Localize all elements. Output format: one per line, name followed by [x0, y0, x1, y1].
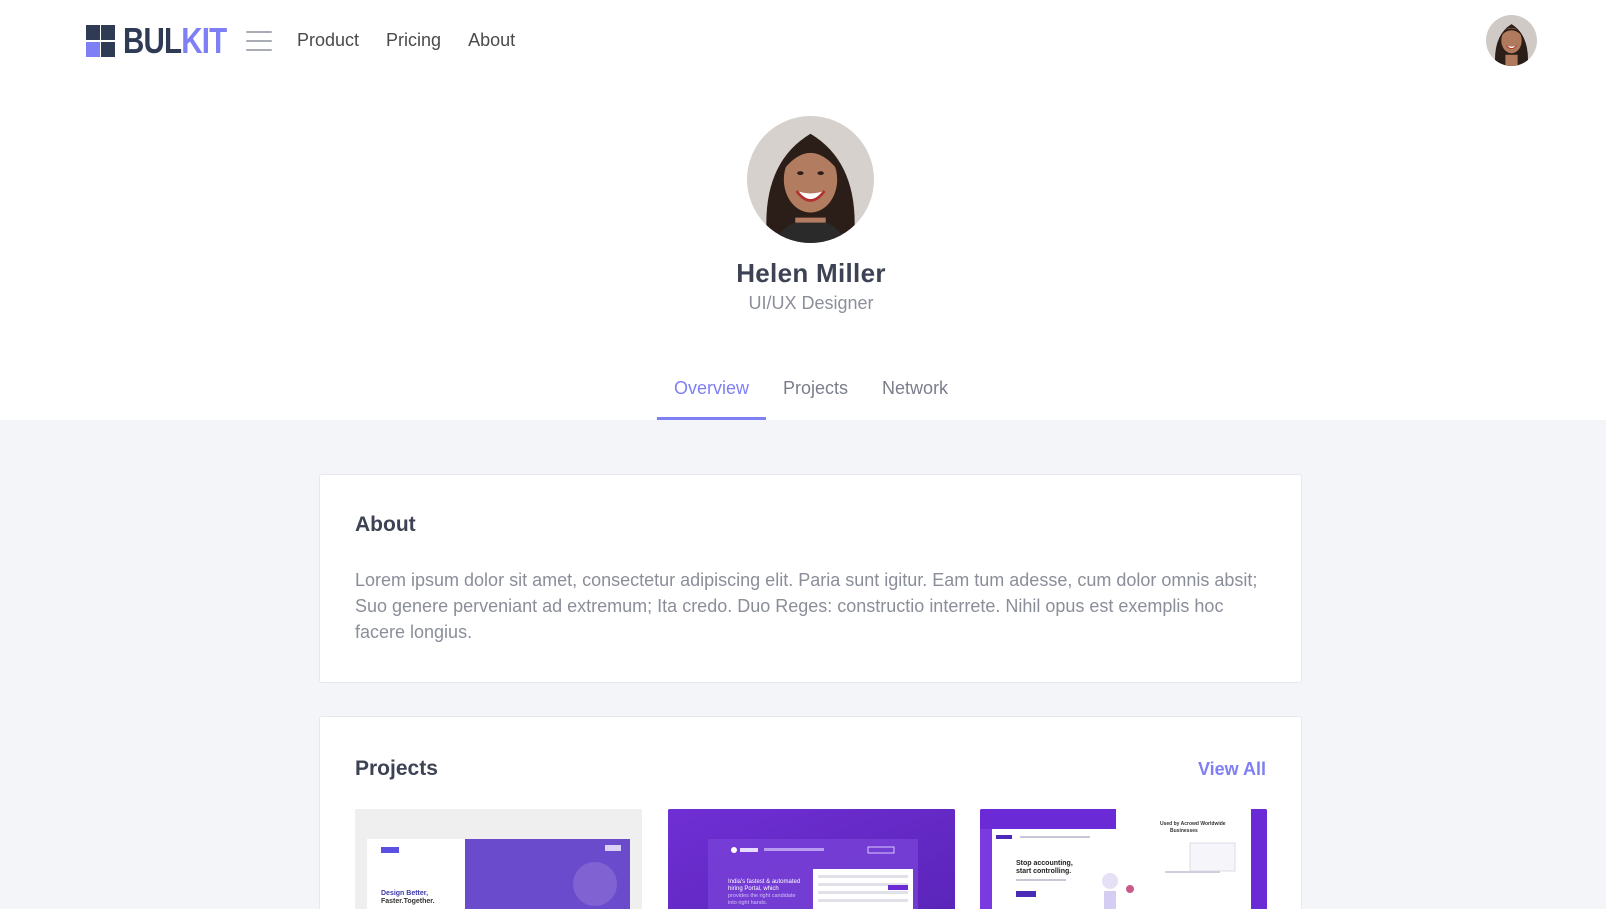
svg-text:Stop accounting,: Stop accounting, [1016, 860, 1073, 867]
main-content: About Lorem ipsum dolor sit amet, consec… [0, 420, 1606, 909]
profile-header: Helen Miller UI/UX Designer Overview Pro… [0, 80, 1606, 420]
profile-tabs: Overview Projects Network [657, 370, 965, 420]
nav-link-about[interactable]: About [468, 28, 515, 52]
profile-avatar [747, 116, 874, 243]
svg-text:India's fastest & automated: India's fastest & automated [728, 879, 800, 885]
svg-text:Businesses: Businesses [1170, 828, 1198, 834]
view-all-link[interactable]: View All [1198, 759, 1266, 780]
projects-title: Projects [355, 757, 438, 780]
nav-links: Product Pricing About [297, 28, 542, 52]
svg-text:hiring Portal, which: hiring Portal, which [728, 886, 779, 892]
svg-text:start controlling.: start controlling. [1016, 868, 1071, 875]
profile-role: UI/UX Designer [748, 293, 874, 313]
logo-text-dark: BUL [123, 20, 182, 61]
logo-mark-icon [86, 25, 115, 57]
project-thumbnail-3[interactable]: Stop accounting, start controlling. Used… [980, 809, 1267, 909]
logo-text: BULKIT [123, 23, 227, 59]
project-1-preview-image: Design Better, Faster.Together. [355, 809, 642, 909]
profile-name: Helen Miller [736, 258, 886, 288]
tab-projects[interactable]: Projects [766, 370, 865, 420]
svg-text:into right hands.: into right hands. [728, 900, 768, 906]
profile-avatar-image [747, 116, 874, 243]
brand-logo[interactable]: BULKIT [86, 23, 249, 59]
tab-overview[interactable]: Overview [657, 370, 767, 420]
about-card: About Lorem ipsum dolor sit amet, consec… [319, 474, 1302, 683]
about-title: About [355, 513, 416, 536]
tab-network[interactable]: Network [865, 370, 965, 420]
project-thumbnail-1[interactable]: Design Better, Faster.Together. [355, 809, 642, 909]
about-text: Lorem ipsum dolor sit amet, consectetur … [355, 570, 1258, 642]
svg-text:Faster.Together.: Faster.Together. [381, 898, 435, 905]
user-avatar[interactable] [1486, 15, 1537, 66]
nav-link-pricing[interactable]: Pricing [386, 28, 441, 52]
projects-card: Projects View All Design Better, Faster.… [319, 716, 1302, 909]
svg-text:provides the right candidate: provides the right candidate [728, 893, 796, 899]
project-thumbnail-2[interactable]: India's fastest & automated hiring Porta… [668, 809, 955, 909]
nav-link-product[interactable]: Product [297, 28, 359, 52]
top-navbar: BULKIT Product Pricing About [0, 0, 1606, 80]
project-3-preview-image: Stop accounting, start controlling. Used… [980, 809, 1267, 909]
svg-text:Design Better,: Design Better, [381, 890, 428, 897]
project-2-preview-image: India's fastest & automated hiring Porta… [668, 809, 955, 909]
logo-text-accent: KIT [181, 20, 227, 61]
avatar-image [1486, 15, 1537, 66]
svg-text:Used by Acrowd Worldwide: Used by Acrowd Worldwide [1160, 821, 1226, 827]
hamburger-icon[interactable] [246, 31, 272, 51]
